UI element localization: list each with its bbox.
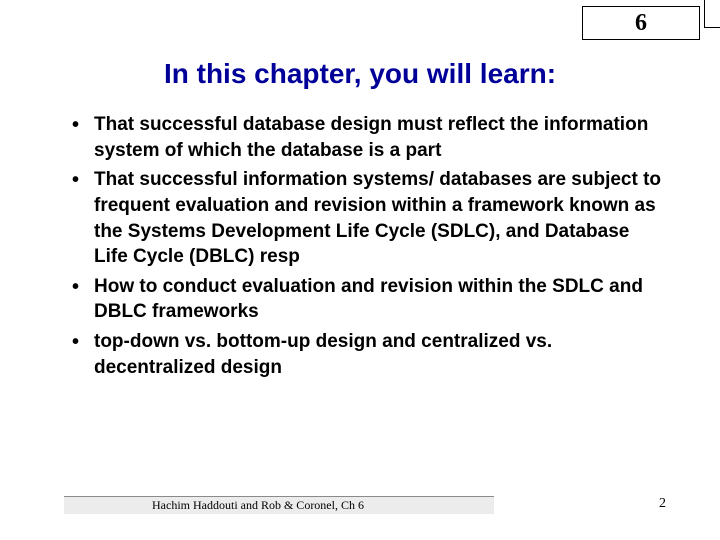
page-number: 2 (659, 496, 666, 512)
chapter-number-box: 6 (582, 6, 700, 40)
list-item: top-down vs. bottom-up design and centra… (68, 329, 664, 380)
slide-title: In this chapter, you will learn: (0, 58, 720, 90)
list-item: That successful information systems/ dat… (68, 167, 664, 270)
chapter-number: 6 (635, 10, 647, 37)
footer-text: Hachim Haddouti and Rob & Coronel, Ch 6 (152, 498, 364, 513)
list-item: That successful database design must ref… (68, 112, 664, 163)
footer-bar: Hachim Haddouti and Rob & Coronel, Ch 6 (64, 496, 494, 514)
bullet-list: That successful database design must ref… (68, 112, 664, 384)
chapter-box-edge (704, 0, 720, 28)
list-item: How to conduct evaluation and revision w… (68, 274, 664, 325)
